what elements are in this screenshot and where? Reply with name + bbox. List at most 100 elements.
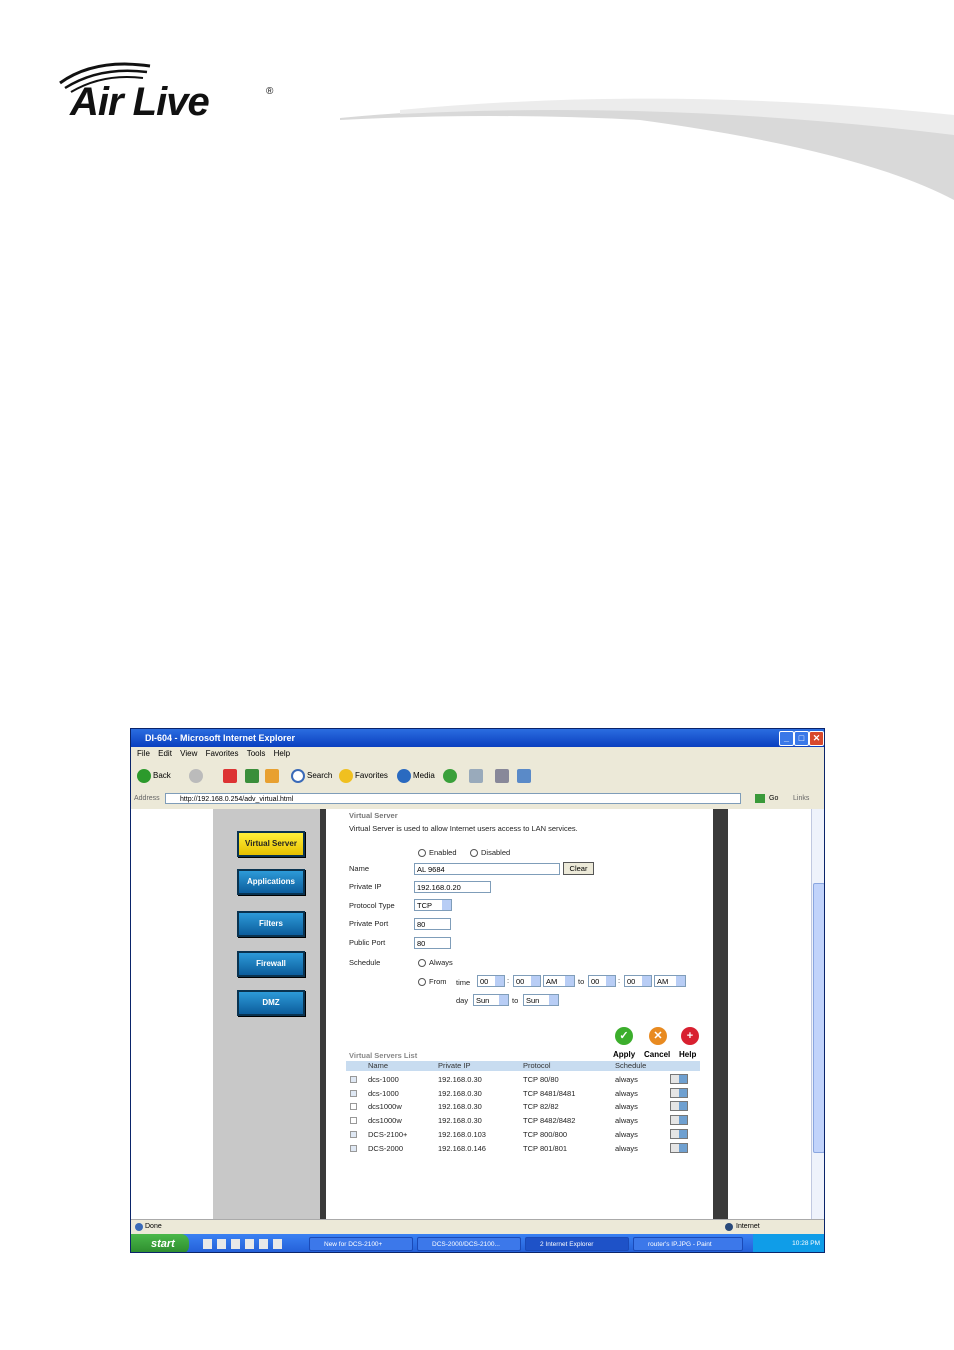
virtual-server-panel: Virtual Server Virtual Server is used to…: [338, 809, 713, 1219]
go-button[interactable]: Go: [769, 791, 778, 807]
ie-page-icon: [135, 1223, 143, 1231]
start-button[interactable]: start: [131, 1234, 189, 1252]
status-text: Done: [145, 1223, 162, 1230]
nav-dmz[interactable]: DMZ: [237, 990, 305, 1016]
enabled-label: Enabled: [429, 848, 457, 857]
task-folder[interactable]: New for DCS-2100+: [309, 1237, 413, 1251]
row-checkbox[interactable]: [350, 1103, 357, 1111]
task-paint[interactable]: router's IP.JPG - Paint: [633, 1237, 743, 1251]
col-protocol: Protocol: [523, 1061, 551, 1070]
close-button[interactable]: ✕: [809, 731, 824, 746]
refresh-button[interactable]: [245, 767, 261, 785]
edit-delete-icon[interactable]: [670, 1074, 688, 1084]
address-input[interactable]: http://192.168.0.254/adv_virtual.html: [165, 793, 741, 804]
always-radio[interactable]: [418, 959, 426, 967]
to-label: to: [578, 977, 585, 986]
media-button[interactable]: Media: [397, 767, 435, 785]
menu-help[interactable]: Help: [274, 749, 290, 758]
cancel-button[interactable]: Cancel: [644, 1050, 670, 1059]
end-minute-select[interactable]: 00: [624, 975, 652, 987]
nav-virtual-server[interactable]: Virtual Server: [237, 831, 305, 857]
address-label: Address: [134, 795, 160, 802]
stop-button[interactable]: [223, 767, 239, 785]
menu-bar: File Edit View Favorites Tools Help: [131, 747, 824, 761]
row-schedule: always: [615, 1102, 638, 1112]
menu-view[interactable]: View: [180, 749, 197, 758]
help-button[interactable]: Help: [679, 1050, 696, 1059]
edit-delete-icon[interactable]: [670, 1087, 688, 1098]
maximize-button[interactable]: □: [794, 731, 809, 746]
name-label: Name: [349, 864, 370, 873]
back-button[interactable]: Back: [137, 767, 171, 785]
apply-check-icon[interactable]: ✓: [615, 1027, 633, 1045]
menu-tools[interactable]: Tools: [247, 749, 266, 758]
home-button[interactable]: [265, 767, 281, 785]
edit-delete-icon[interactable]: [670, 1142, 688, 1153]
task-internet-explorer[interactable]: 2 Internet Explorer: [525, 1237, 629, 1251]
edit-delete-icon[interactable]: [670, 1128, 688, 1139]
row-checkbox[interactable]: [350, 1076, 357, 1083]
nav-filters[interactable]: Filters: [237, 911, 305, 937]
time-colon: :: [507, 976, 510, 985]
disabled-radio[interactable]: [470, 849, 478, 857]
search-button[interactable]: Search: [291, 767, 332, 785]
clear-button[interactable]: Clear: [563, 862, 594, 875]
cancel-x-icon[interactable]: ✕: [649, 1027, 667, 1045]
start-day-select[interactable]: Sun: [473, 994, 509, 1006]
row-private-ip: 192.168.0.30: [438, 1075, 482, 1084]
apply-button[interactable]: Apply: [613, 1050, 635, 1059]
quick-launch-icons[interactable]: [203, 1239, 283, 1249]
row-checkbox[interactable]: [350, 1117, 357, 1125]
private-port-label: Private Port: [349, 919, 389, 928]
clock: 10:28 PM: [792, 1240, 820, 1247]
edit-button[interactable]: [517, 767, 533, 785]
print-button[interactable]: [495, 767, 511, 785]
start-minute-select[interactable]: 00: [513, 975, 541, 987]
mail-button[interactable]: [469, 767, 485, 785]
end-hour-select[interactable]: 00: [588, 975, 616, 987]
col-private-ip: Private IP: [438, 1061, 471, 1070]
start-hour-select[interactable]: 00: [477, 975, 505, 987]
end-ampm-select[interactable]: AM: [654, 975, 686, 987]
history-button[interactable]: [443, 767, 459, 785]
disabled-label: Disabled: [481, 848, 511, 857]
row-protocol: TCP 8482/8482: [523, 1116, 576, 1126]
menu-edit[interactable]: Edit: [158, 749, 172, 758]
nav-applications[interactable]: Applications: [237, 869, 305, 895]
row-checkbox[interactable]: [350, 1144, 357, 1152]
menu-file[interactable]: File: [137, 749, 150, 758]
edit-delete-icon[interactable]: [670, 1101, 688, 1112]
name-input[interactable]: AL 9684: [414, 863, 560, 875]
forward-button[interactable]: [189, 767, 205, 785]
go-arrow-icon[interactable]: [755, 794, 765, 803]
edit-delete-icon[interactable]: [670, 1115, 688, 1126]
table-row: dcs1000w 192.168.0.30 TCP 82/82 always: [346, 1100, 700, 1113]
help-plus-icon[interactable]: +: [681, 1027, 699, 1045]
scroll-thumb[interactable]: [813, 883, 824, 1153]
from-radio[interactable]: [418, 978, 426, 986]
protocol-type-label: Protocol Type: [349, 901, 395, 910]
menu-favorites[interactable]: Favorites: [206, 749, 239, 758]
private-port-input[interactable]: 80: [414, 918, 451, 930]
row-protocol: TCP 8481/8481: [523, 1088, 576, 1098]
links-button[interactable]: Links: [793, 791, 809, 807]
row-schedule: always: [615, 1143, 638, 1153]
end-day-select[interactable]: Sun: [523, 994, 559, 1006]
start-ampm-select[interactable]: AM: [543, 975, 575, 987]
private-ip-input[interactable]: 192.168.0.20: [414, 881, 491, 893]
minimize-button[interactable]: _: [779, 731, 794, 746]
favorites-label: Favorites: [355, 771, 388, 780]
row-name: dcs1000w: [368, 1116, 402, 1126]
nav-firewall[interactable]: Firewall: [237, 951, 305, 977]
row-checkbox[interactable]: [350, 1130, 357, 1138]
back-label: Back: [153, 771, 171, 780]
task-dcs-doc[interactable]: DCS-2000/DCS-2100...: [417, 1237, 521, 1251]
public-port-input[interactable]: 80: [414, 937, 451, 949]
protocol-select[interactable]: TCP: [414, 899, 452, 911]
row-checkbox[interactable]: [350, 1089, 357, 1097]
col-schedule: Schedule: [615, 1061, 647, 1070]
favorites-button[interactable]: Favorites: [339, 767, 388, 785]
vertical-scrollbar[interactable]: [811, 809, 824, 1219]
enabled-radio[interactable]: [418, 849, 426, 857]
row-schedule: always: [615, 1129, 638, 1139]
